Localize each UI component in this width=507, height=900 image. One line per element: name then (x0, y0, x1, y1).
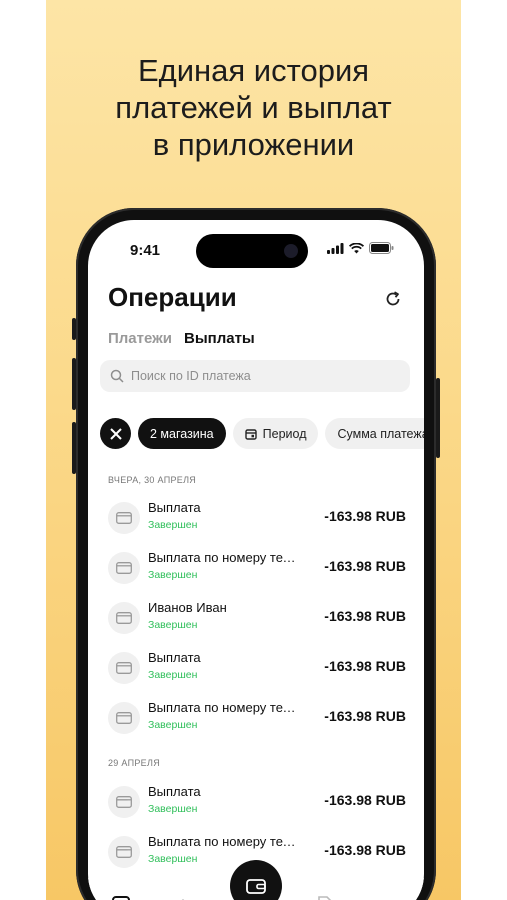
page-title: Операции (108, 282, 237, 312)
refresh-icon[interactable] (384, 290, 402, 308)
filter-chip-period-label: Период (262, 426, 307, 441)
item-name: Выплата по номеру телефона (148, 834, 300, 849)
phone-mute-button (72, 318, 76, 340)
list-item[interactable]: Выплата Завершен -163.98 RUB (108, 784, 408, 824)
status-icons (327, 242, 394, 254)
item-amount: -163.98 RUB (324, 792, 406, 808)
app-screen: 9:41 Операции Платежи Выплаты Поиск по I… (88, 220, 424, 900)
headline-line-3: в приложении (152, 127, 355, 162)
camera-icon (284, 244, 298, 258)
search-placeholder: Поиск по ID платежа (131, 369, 251, 383)
list-item[interactable]: Выплата Завершен -163.98 RUB (108, 500, 408, 540)
wallet-icon (246, 879, 266, 894)
dynamic-island (196, 234, 308, 268)
item-amount: -163.98 RUB (324, 508, 406, 524)
item-name: Иванов Иван (148, 600, 227, 615)
search-input[interactable]: Поиск по ID платежа (100, 360, 410, 392)
phone-volume-up-button (72, 358, 76, 410)
item-name: Выплата (148, 500, 201, 515)
headline-line-1: Единая история (137, 53, 370, 88)
item-status: Завершен (148, 853, 198, 865)
card-icon (108, 602, 140, 634)
item-amount: -163.98 RUB (324, 658, 406, 674)
close-icon (109, 427, 122, 440)
phone-power-button (436, 378, 440, 458)
section-header: 29 АПРЕЛЯ (108, 758, 160, 768)
item-status: Завершен (148, 519, 198, 531)
item-status: Завершен (148, 619, 198, 631)
item-status: Завершен (148, 803, 198, 815)
item-amount: -163.98 RUB (324, 708, 406, 724)
nav-more-icon[interactable] (376, 894, 398, 900)
item-status: Завершен (148, 669, 198, 681)
item-status: Завершен (148, 569, 198, 581)
headline-line-2: платежей и выплат (115, 90, 392, 125)
list-item[interactable]: Выплата по номеру телефона Завершен -163… (108, 700, 408, 740)
nav-operations-icon[interactable] (110, 894, 132, 900)
filter-bar: 2 магазина Период Сумма платежа (100, 418, 424, 449)
card-icon (108, 836, 140, 868)
phone-frame: 9:41 Операции Платежи Выплаты Поиск по I… (72, 208, 440, 900)
clear-filters-button[interactable] (100, 418, 131, 449)
item-amount: -163.98 RUB (324, 842, 406, 858)
filter-chip-amount[interactable]: Сумма платежа (325, 418, 424, 449)
section-header: ВЧЕРА, 30 АПРЕЛЯ (108, 475, 197, 485)
item-name: Выплата по номеру телефона (148, 700, 300, 715)
filter-chip-stores[interactable]: 2 магазина (138, 418, 226, 449)
item-name: Выплата (148, 650, 201, 665)
signal-icon (327, 242, 344, 254)
card-icon (108, 652, 140, 684)
item-amount: -163.98 RUB (324, 558, 406, 574)
tab-payments[interactable]: Платежи (108, 330, 172, 347)
battery-icon (369, 242, 394, 254)
filter-chip-amount-label: Сумма платежа (337, 426, 424, 441)
card-icon (108, 702, 140, 734)
filter-chip-stores-label: 2 магазина (150, 426, 214, 441)
status-time: 9:41 (130, 242, 161, 259)
phone-volume-down-button (72, 422, 76, 474)
tabs: Платежи Выплаты (108, 330, 255, 347)
list-item[interactable]: Иванов Иван Завершен -163.98 RUB (108, 600, 408, 640)
card-icon (108, 786, 140, 818)
tab-payouts[interactable]: Выплаты (184, 330, 255, 347)
promo-banner: Единая история платежей и выплат в прило… (46, 0, 461, 900)
nav-documents-icon[interactable] (314, 894, 336, 900)
promo-headline: Единая история платежей и выплат в прило… (46, 52, 461, 163)
item-name: Выплата по номеру телефона (148, 550, 300, 565)
filter-chip-period[interactable]: Период (232, 418, 319, 449)
item-amount: -163.98 RUB (324, 608, 406, 624)
calendar-icon (244, 428, 257, 440)
card-icon (108, 552, 140, 584)
item-name: Выплата (148, 784, 201, 799)
list-item[interactable]: Выплата по номеру телефона Завершен -163… (108, 550, 408, 590)
search-icon (110, 369, 124, 383)
list-item[interactable]: Выплата Завершен -163.98 RUB (108, 650, 408, 690)
wifi-icon (349, 242, 364, 253)
item-status: Завершен (148, 719, 198, 731)
card-icon (108, 502, 140, 534)
nav-transfers-icon[interactable] (172, 894, 194, 900)
